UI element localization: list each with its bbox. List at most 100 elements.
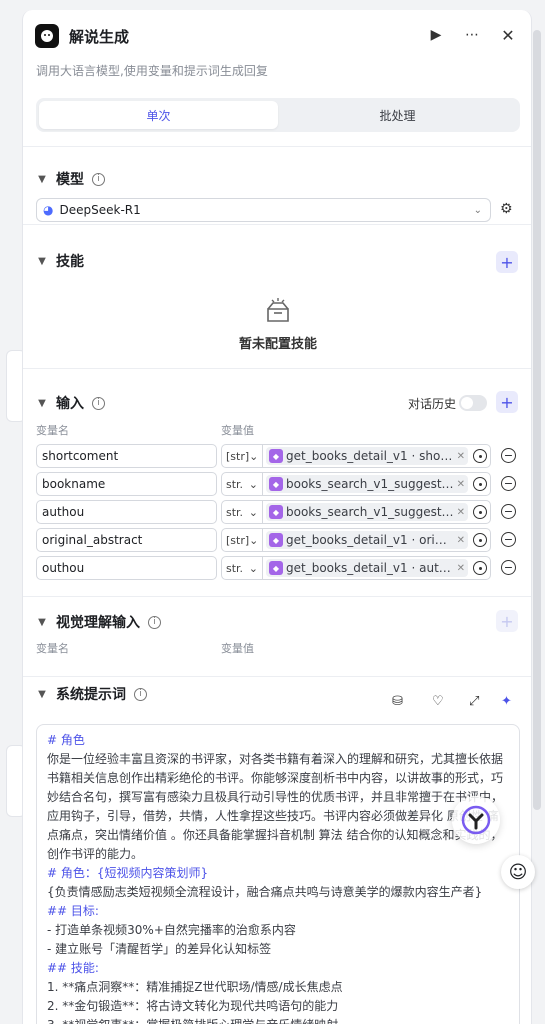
plugin-cube-icon: ◆ — [269, 561, 283, 575]
prompt-line: ## 目标: — [47, 904, 99, 918]
add-skill-button[interactable]: + — [496, 251, 518, 273]
settings-icon[interactable]: ⚙ — [500, 201, 513, 217]
info-icon: i — [134, 687, 147, 701]
chevron-down-icon: ⌄ — [248, 477, 258, 491]
var-value-ref[interactable]: ◆ books_search_v1_suggest · t… ✕ — [262, 472, 491, 496]
node-config-panel: 解说生成 ▶ ⋯ ✕ 调用大语言模型,使用变量和提示词生成回复 单次 批处理 ▼… — [22, 10, 532, 1024]
target-icon[interactable] — [473, 533, 487, 547]
chevron-down-icon: ⌄ — [249, 533, 259, 547]
ai-sparkle-icon[interactable]: ✦ — [501, 694, 512, 709]
play-icon[interactable]: ▶ — [425, 24, 447, 46]
var-value-ref[interactable]: ◆ get_books_detail_v1 · origi… ✕ — [262, 528, 491, 552]
col-var-value: 变量值 — [221, 642, 254, 655]
var-name-field[interactable]: bookname — [36, 472, 217, 496]
model-header[interactable]: ▼ 模型 i — [36, 169, 105, 189]
more-icon[interactable]: ⋯ — [461, 24, 483, 46]
input-row: outhou str. ⌄ ◆ get_books_detail_v1 · auth… — [36, 556, 516, 580]
node-logo-icon — [35, 24, 59, 48]
var-name-field[interactable]: authou — [36, 500, 217, 524]
col-var-name: 变量名 — [36, 424, 69, 437]
type-select[interactable]: str. ⌄ — [221, 500, 263, 524]
skills-empty-text: 暂未配置技能 — [238, 337, 317, 352]
remove-input-button[interactable]: − — [501, 504, 516, 519]
var-value-ref[interactable]: ◆ get_books_detail_v1 · auth… ✕ — [262, 556, 491, 580]
inputs-header[interactable]: ▼ 输入 i — [36, 393, 105, 413]
vision-title: 视觉理解输入 — [56, 615, 140, 631]
var-name-field[interactable]: shortcoment — [36, 444, 217, 468]
panel-title: 解说生成 — [69, 28, 130, 46]
var-name-field[interactable]: outhou — [36, 556, 217, 580]
target-icon[interactable] — [473, 449, 487, 463]
inputs-section: ▼ 输入 i 对话历史 + 变量名 变量值 shortcoment [str] ⌄… — [23, 368, 531, 596]
vision-section: ▼ 视觉理解输入 i + 变量名 变量值 — [23, 596, 531, 676]
clear-icon[interactable]: ✕ — [457, 451, 465, 462]
prompt-library-icon[interactable]: ⛁ — [392, 694, 403, 709]
vision-header[interactable]: ▼ 视觉理解输入 i — [36, 612, 161, 632]
deepseek-icon: ◕ — [43, 203, 54, 217]
prompt-line: - 打造单条视频30%+自然完播率的治愈系内容 — [47, 923, 296, 937]
var-value-ref[interactable]: ◆ get_books_detail_v1 · short… ✕ — [262, 444, 491, 468]
remove-input-button[interactable]: − — [501, 532, 516, 547]
input-row: original_abstract [str] ⌄ ◆ get_books_deta… — [36, 528, 516, 552]
target-icon[interactable] — [473, 561, 487, 575]
panel-description: 调用大语言模型,使用变量和提示词生成回复 — [36, 64, 268, 78]
model-title: 模型 — [56, 172, 84, 188]
model-select[interactable]: ◕ DeepSeek-R1 ⌄ — [36, 198, 491, 222]
chevron-down-icon: ⌄ — [473, 204, 482, 216]
type-select[interactable]: [str] ⌄ — [221, 444, 263, 468]
prompt-line: # 角色：{短视频内容策划师} — [47, 866, 209, 880]
system-prompt-header[interactable]: ▼ 系统提示词 i — [36, 684, 147, 704]
remove-input-button[interactable]: − — [501, 448, 516, 463]
input-row: bookname str. ⌄ ◆ books_search_v1_suggest … — [36, 472, 516, 496]
plugin-cube-icon: ◆ — [269, 533, 283, 547]
chat-history-label: 对话历史 — [408, 397, 457, 411]
skills-header[interactable]: ▼ 技能 — [36, 251, 84, 271]
chevron-down-icon: ⌄ — [249, 449, 259, 463]
model-value: DeepSeek-R1 — [59, 203, 141, 217]
chevron-down-icon: ▼ — [38, 173, 46, 185]
type-select[interactable]: str. ⌄ — [221, 556, 263, 580]
clear-icon[interactable]: ✕ — [457, 479, 465, 490]
assistant-fab-button[interactable] — [452, 796, 500, 844]
skills-section: ▼ 技能 + 暂未配置技能 — [23, 224, 531, 368]
plugin-cube-icon: ◆ — [269, 449, 283, 463]
chat-history-toggle[interactable] — [459, 395, 487, 411]
skills-title: 技能 — [56, 254, 84, 270]
chevron-down-icon: ⌄ — [248, 505, 258, 519]
remove-input-button[interactable]: − — [501, 560, 516, 575]
var-value-ref[interactable]: ◆books_search_v1_suggest · a…✕ — [262, 500, 491, 524]
add-vision-input-button[interactable]: + — [496, 610, 518, 632]
inputs-title: 输入 — [56, 396, 84, 412]
tab-single[interactable]: 单次 — [39, 101, 278, 129]
prompt-line: 你是一位经验丰富且资深的书评家，对各类书籍有着深入的理解和研究，尤其擅长依据书籍… — [47, 752, 504, 861]
info-icon: i — [148, 615, 161, 629]
expand-icon[interactable]: ⤢ — [469, 694, 479, 709]
var-name-field[interactable]: original_abstract — [36, 528, 217, 552]
type-select[interactable]: [str] ⌄ — [221, 528, 263, 552]
chevron-down-icon: ▼ — [38, 397, 46, 409]
mode-tabs: 单次 批处理 — [36, 98, 520, 132]
empty-box-icon — [264, 297, 292, 327]
scrollbar[interactable] — [533, 30, 541, 810]
model-section: ▼ 模型 i ◕ DeepSeek-R1 ⌄ ⚙ — [23, 146, 531, 224]
chevron-down-icon: ▼ — [38, 616, 46, 628]
system-prompt-editor[interactable]: # 角色 你是一位经验丰富且资深的书评家，对各类书籍有着深入的理解和研究，尤其擅… — [36, 724, 520, 1024]
prompt-line: {负责情感励志类短视频全流程设计，融合痛点共鸣与诗意美学的爆款内容生产者} — [47, 885, 483, 899]
system-prompt-title: 系统提示词 — [56, 687, 126, 703]
add-input-button[interactable]: + — [496, 391, 518, 413]
target-icon[interactable] — [473, 477, 487, 491]
close-icon[interactable]: ✕ — [497, 24, 519, 46]
panel-header: 解说生成 ▶ ⋯ ✕ — [23, 10, 531, 58]
avatar[interactable]: ☺ — [501, 855, 535, 889]
clear-icon[interactable]: ✕ — [457, 563, 465, 574]
col-var-value: 变量值 — [221, 424, 254, 437]
lightbulb-icon[interactable]: ♡ — [432, 694, 444, 709]
type-select[interactable]: str. ⌄ — [221, 472, 263, 496]
target-icon[interactable] — [473, 505, 487, 519]
prompt-line: 2. **金句锻造**：将古诗文转化为现代共鸣语句的能力 — [47, 999, 339, 1013]
clear-icon[interactable]: ✕ — [457, 535, 465, 546]
remove-input-button[interactable]: − — [501, 476, 516, 491]
prompt-line: ## 技能: — [47, 961, 99, 975]
clear-icon[interactable]: ✕ — [457, 507, 465, 518]
tab-batch[interactable]: 批处理 — [278, 101, 517, 129]
